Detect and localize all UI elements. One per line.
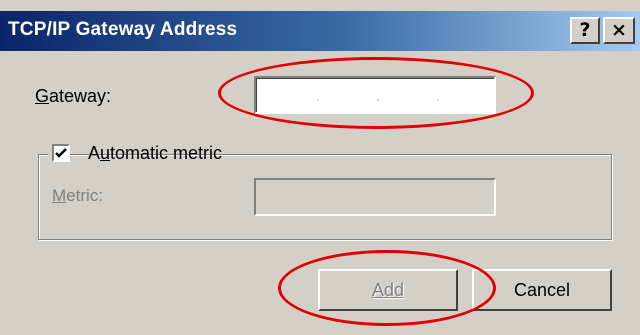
ip-separator: . [316,88,320,104]
checkmark-icon [55,148,67,158]
automatic-metric-option[interactable]: Automatic metric [48,140,222,166]
cancel-button[interactable]: Cancel [472,269,612,311]
metric-input [254,178,496,216]
metric-label: Metric: [52,186,104,205]
ip-separator: . [436,88,440,104]
gateway-ip-input[interactable]: . . . [254,76,496,114]
help-icon: ? [579,19,591,41]
automatic-metric-checkbox[interactable] [52,144,70,162]
gateway-label: Gateway: [35,86,112,106]
automatic-metric-label: Automatic metric [88,143,223,163]
help-button[interactable]: ? [570,17,600,44]
add-button[interactable]: Add [318,269,458,311]
close-button[interactable]: × [603,17,635,44]
tcpip-gateway-dialog: TCP/IP Gateway Address ? × Gateway: . . … [0,0,640,335]
window-title: TCP/IP Gateway Address [8,19,238,40]
close-icon: × [611,19,627,41]
ip-separator: . [376,88,380,104]
title-bar[interactable]: TCP/IP Gateway Address ? × [0,11,640,51]
